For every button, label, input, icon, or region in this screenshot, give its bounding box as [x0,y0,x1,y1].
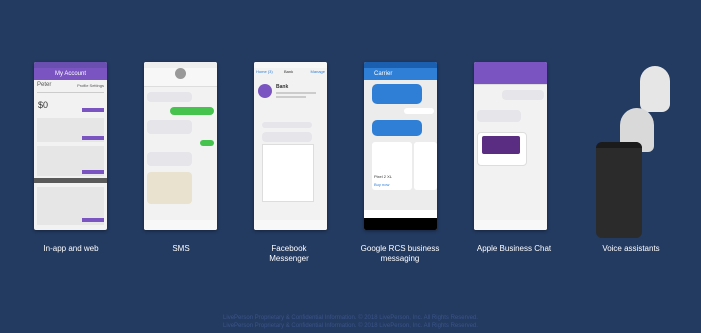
inapp-screenshot: My Account Peter Profile Settings $0 [34,62,107,230]
caption-voice: Voice assistants [602,244,660,253]
channel-screens: My Account Peter Profile Settings $0 Hom… [34,62,674,238]
manage-button[interactable]: Manage [311,69,325,74]
inapp-title: My Account [34,68,107,80]
inapp-user: Peter [37,82,52,88]
caption-in-app: In-app and web [43,244,99,253]
back-button[interactable]: Home (3) [256,69,273,74]
voice-assistants-image [594,66,674,238]
rcs-buy-button[interactable]: Buy now [374,182,389,187]
messenger-screenshot: Home (3) Bank Manage Bank [254,62,327,230]
avatar [175,68,186,79]
footer-line-1: LivePerson Proprietary & Confidential In… [223,315,478,321]
bank-logo [258,84,272,98]
caption-rcs: Google RCS business messaging [360,244,440,263]
caption-messenger: Facebook Messenger [269,244,309,263]
inapp-balance: $0 [38,100,49,110]
bank-name: Bank [276,84,289,90]
inapp-profile-link: Profile Settings [77,83,104,88]
sms-screenshot [144,62,217,230]
apple-business-chat-screenshot [474,62,547,230]
rcs-title: Carrier [364,68,437,80]
rcs-product: Pixel 2 XL [374,174,393,179]
caption-apple: Apple Business Chat [476,244,552,253]
rcs-screenshot: Carrier Pixel 2 XL Buy now [364,62,437,230]
caption-sms: SMS [172,244,190,253]
page-name: Bank [284,69,294,74]
footer-line-2: LivePerson Proprietary & Confidential In… [223,323,478,329]
